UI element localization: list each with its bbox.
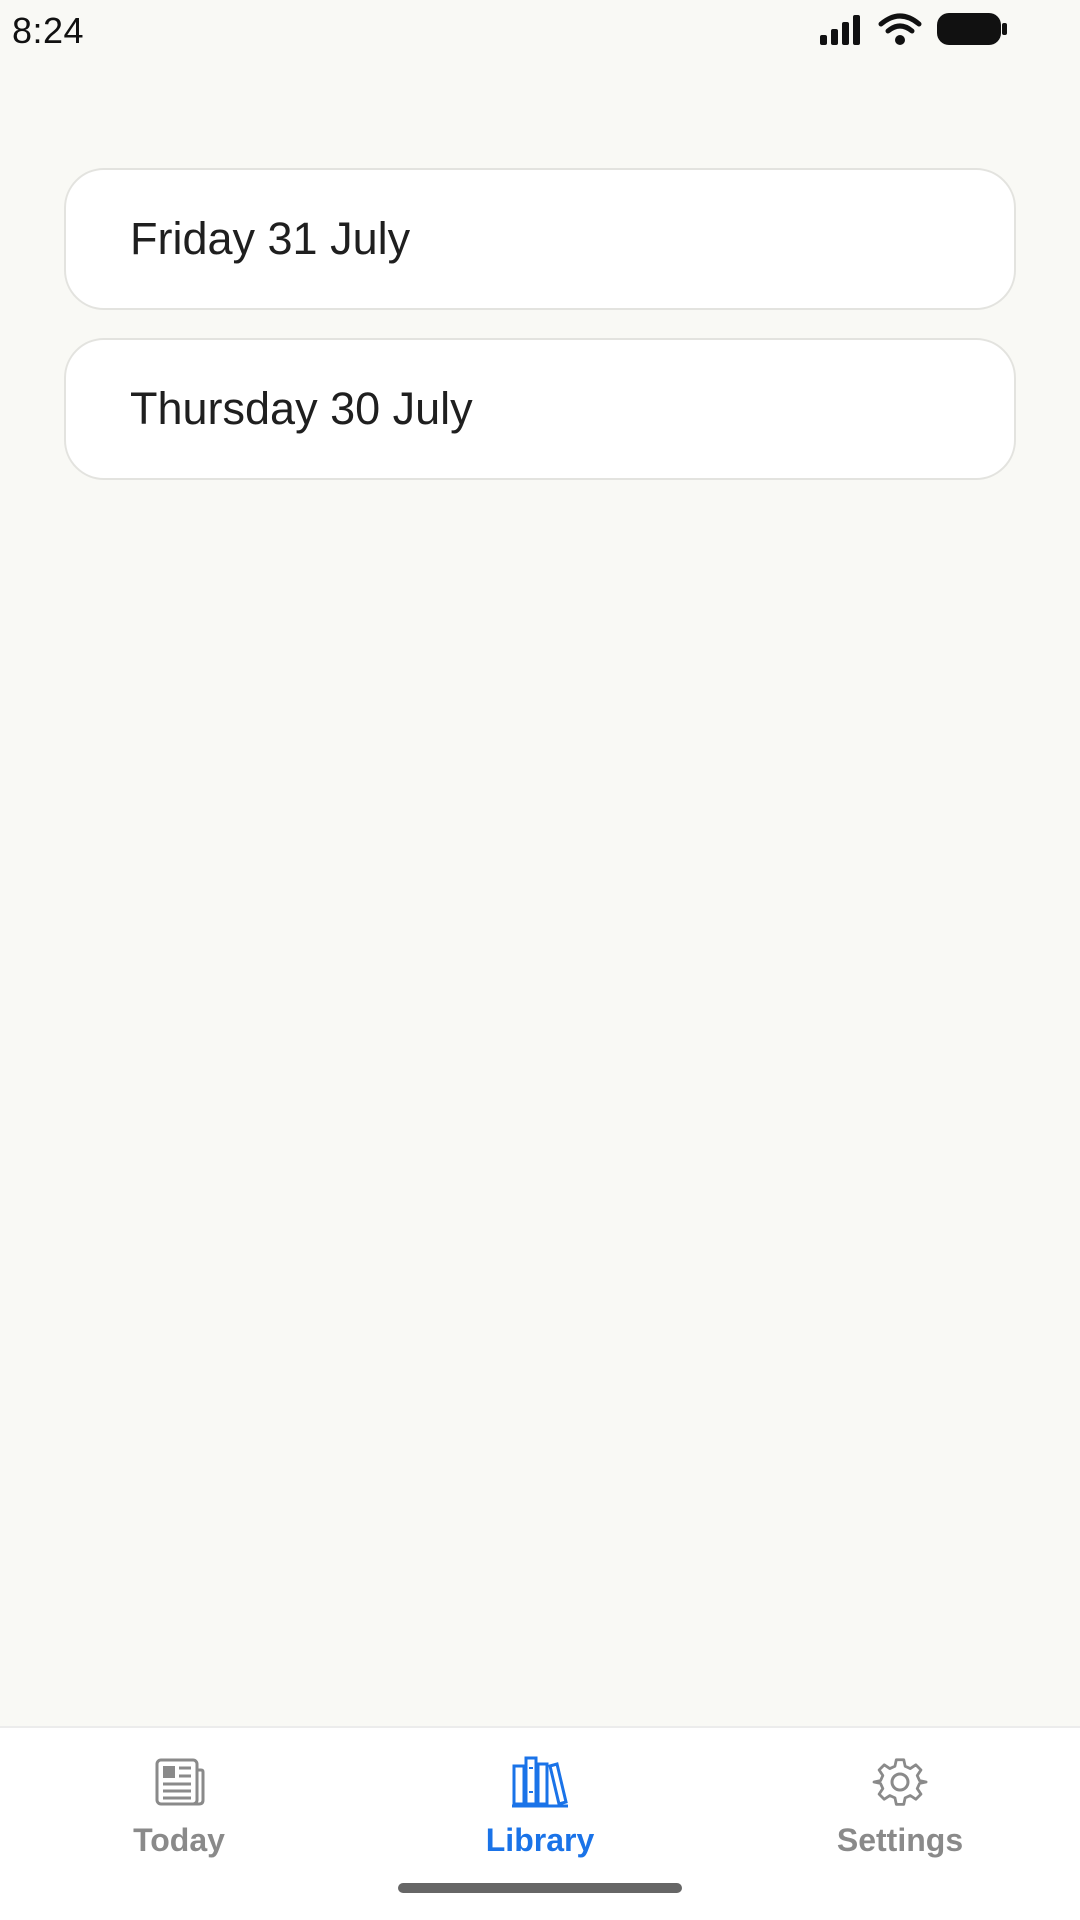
day-card-friday[interactable]: Friday 31 July [64, 168, 1016, 310]
status-time: 8:24 [12, 10, 85, 51]
tab-library[interactable]: Library [420, 1752, 660, 1859]
tab-today-label: Today [133, 1822, 225, 1858]
books-icon [510, 1752, 570, 1812]
status-bar: 8:24 [0, 0, 1080, 64]
newspaper-icon [149, 1752, 209, 1812]
tab-settings-label: Settings [836, 1822, 964, 1858]
day-card-thursday[interactable]: Thursday 30 July [64, 338, 1016, 480]
day-card-label: Friday 31 July [130, 213, 411, 264]
gear-icon [870, 1752, 930, 1812]
battery-icon [936, 12, 1008, 46]
home-indicator [398, 1883, 682, 1893]
day-card-label: Thursday 30 July [130, 383, 473, 434]
tab-settings[interactable]: Settings [780, 1752, 1020, 1859]
wifi-icon [878, 12, 922, 46]
day-list: Friday 31 July Thursday 30 July [64, 168, 1016, 508]
tab-today[interactable]: Today [59, 1752, 299, 1859]
cellular-signal-icon [818, 13, 864, 45]
tab-library-label: Library [485, 1822, 595, 1858]
status-icons [818, 12, 1008, 46]
